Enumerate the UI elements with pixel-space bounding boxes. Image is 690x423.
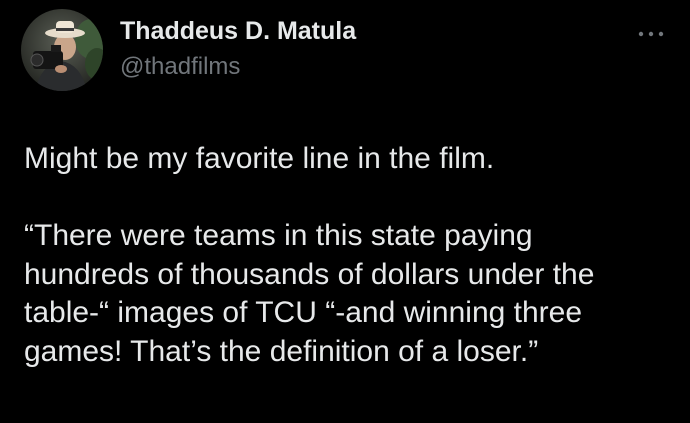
avatar-photo — [21, 9, 103, 91]
author-display-name[interactable]: Thaddeus D. Matula — [120, 17, 356, 46]
author-handle[interactable]: @thadfilms — [120, 53, 240, 81]
tweet-text: Might be my favorite line in the film. “… — [24, 140, 664, 371]
avatar[interactable] — [21, 9, 103, 91]
tweet-line: hundreds of thousands of dollars under t… — [24, 257, 595, 291]
tweet-line: games! That’s the definition of a loser.… — [24, 334, 539, 368]
tweet-card: Thaddeus D. Matula @thadfilms Might be m… — [0, 0, 690, 423]
tweet-line: Might be my favorite line in the film. — [24, 142, 495, 175]
tweet-line: table-“ images of TCU “-and winning thre… — [24, 296, 583, 329]
more-options-icon[interactable] — [636, 22, 666, 46]
tweet-line: “There were teams in this state paying — [24, 219, 533, 252]
